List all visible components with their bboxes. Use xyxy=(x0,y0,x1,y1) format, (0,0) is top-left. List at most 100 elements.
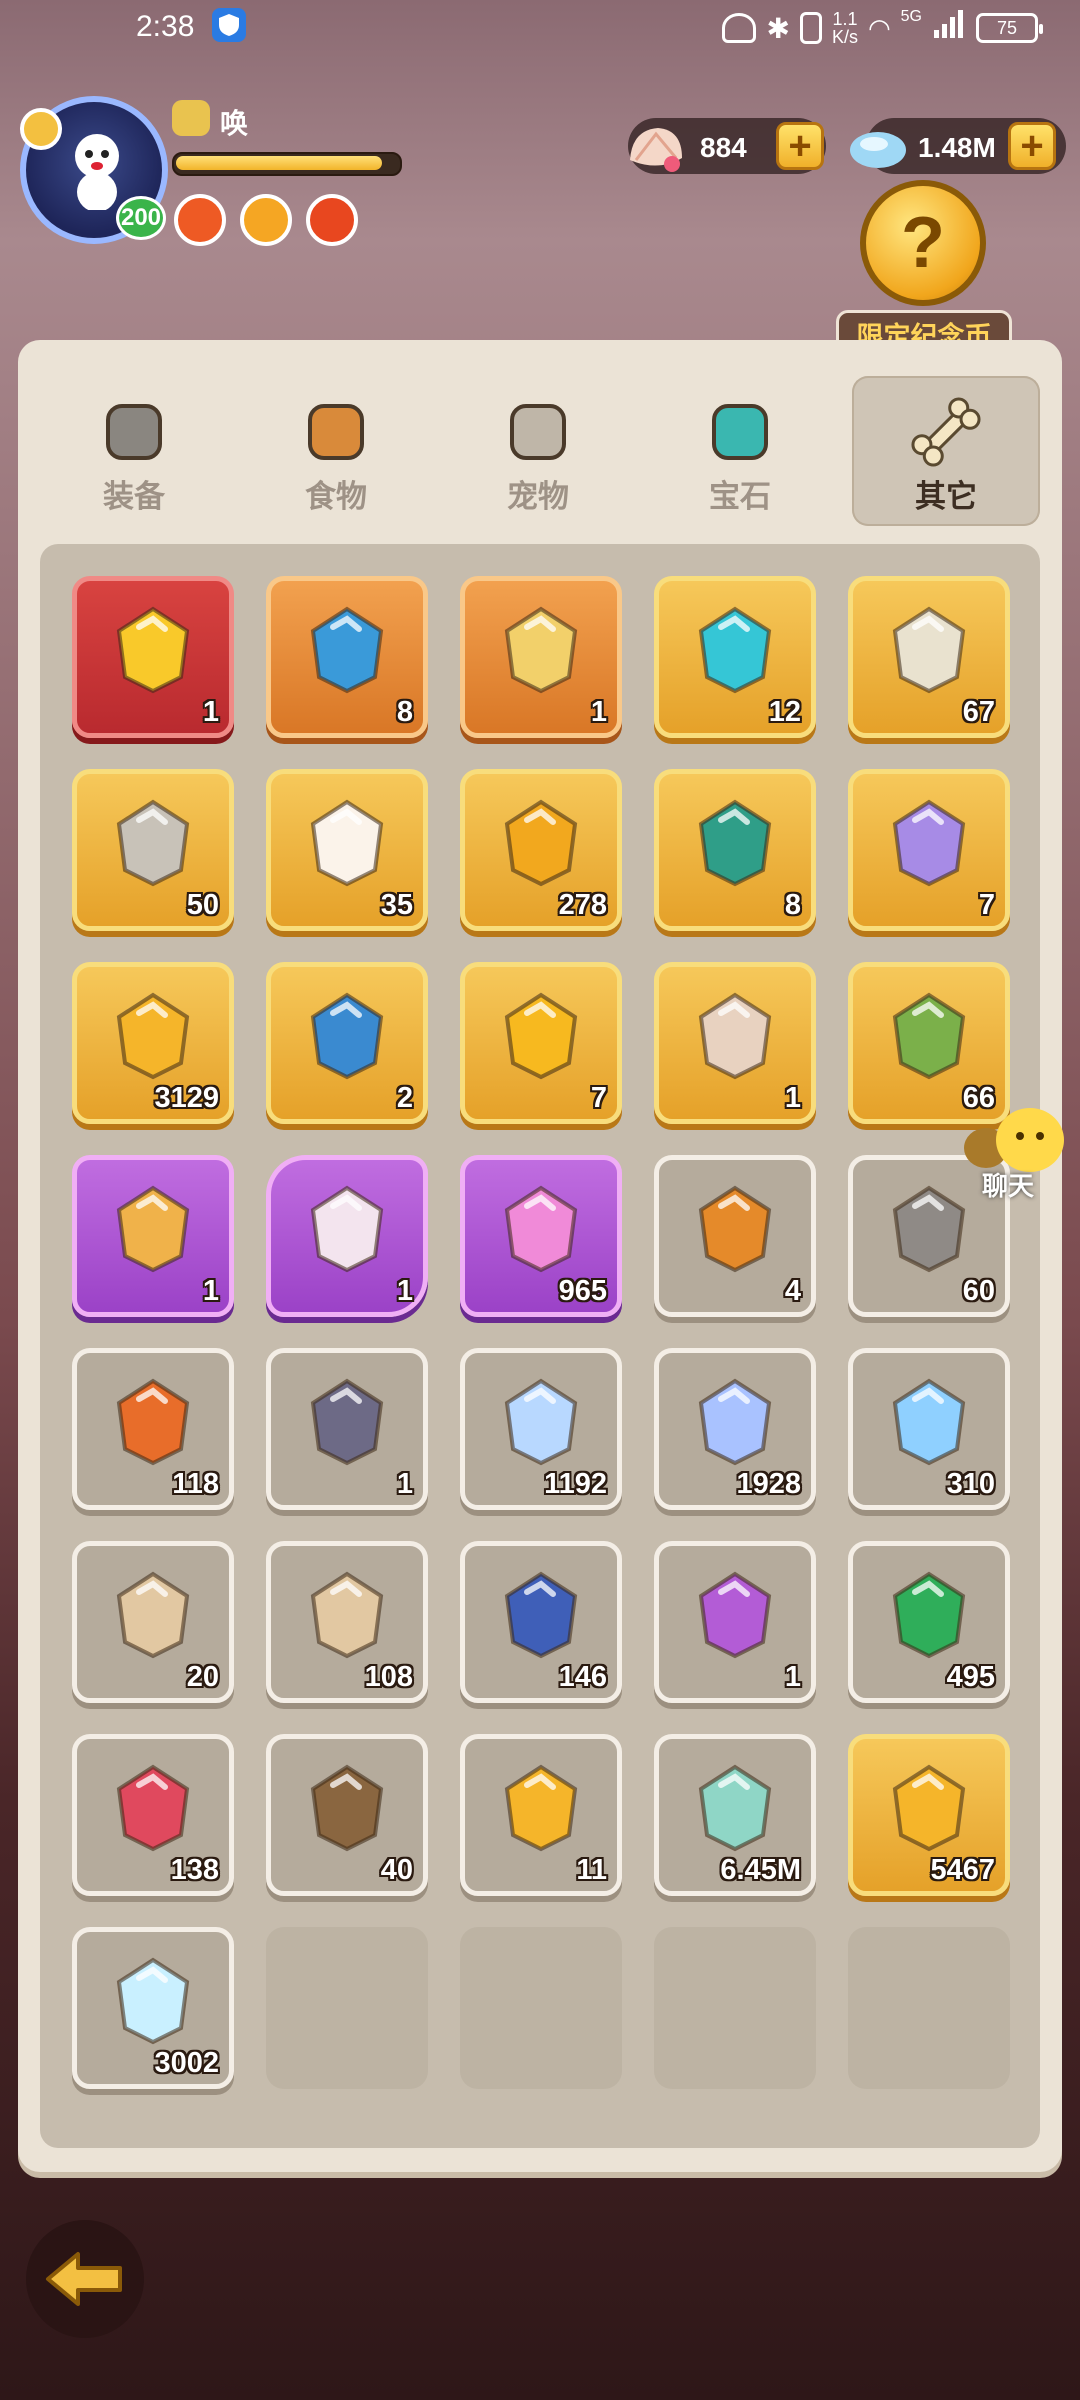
inventory-item[interactable]: 118 xyxy=(72,1348,234,1510)
bluetooth-icon: ✱ xyxy=(766,12,790,44)
battery-level: 75 xyxy=(996,17,1018,38)
inventory-item[interactable]: 8 xyxy=(654,769,816,931)
item-count: 67 xyxy=(962,696,995,728)
inventory-item[interactable]: 11 xyxy=(460,1734,622,1896)
crystal-amount: 1.48M xyxy=(918,132,996,163)
blue-rune-stone-icon xyxy=(493,1566,589,1662)
shell-coin-icon xyxy=(493,1759,589,1855)
treasure-chest-icon xyxy=(299,1373,395,1469)
blue-pouch-gem-icon xyxy=(299,987,395,1083)
inventory-item[interactable]: 1 xyxy=(266,1155,428,1317)
inventory-item[interactable]: 108 xyxy=(266,1541,428,1703)
add-crystal-button[interactable]: + xyxy=(1008,122,1056,170)
tab-label: 其它 xyxy=(915,479,977,514)
inventory-item[interactable]: 146 xyxy=(460,1541,622,1703)
inventory-item[interactable]: 50 xyxy=(72,769,234,931)
burger-icon xyxy=(687,1180,783,1276)
red-ticket-icon xyxy=(105,1759,201,1855)
inventory-item[interactable]: 2 xyxy=(266,962,428,1124)
empty-slot xyxy=(848,1927,1010,2089)
item-count: 108 xyxy=(364,1661,413,1693)
item-grid: 1 8 1 12 67 50 35 278 8 7 3129 2 7 1 66 1 1 965 4 60 118 1 119… xyxy=(40,544,1040,2148)
inventory-item[interactable]: 1192 xyxy=(460,1348,622,1510)
item-count: 1 xyxy=(202,1275,219,1307)
net-speed-value: 1.1 xyxy=(832,9,858,29)
add-shell-button[interactable]: + xyxy=(776,122,824,170)
character-card-icon xyxy=(105,1180,201,1276)
inventory-item[interactable]: 6.45M xyxy=(654,1734,816,1896)
green-ticket-icon xyxy=(881,1566,977,1662)
tab-label: 食物 xyxy=(305,479,367,514)
inventory-item[interactable]: 3002 xyxy=(72,1927,234,2089)
inventory-item[interactable]: 12 xyxy=(654,576,816,738)
net-speed-unit: K/s xyxy=(831,27,858,47)
inventory-item[interactable]: 1 xyxy=(72,1155,234,1317)
inventory-item[interactable]: 5467 xyxy=(848,1734,1010,1896)
buff-shield-icon[interactable] xyxy=(306,194,358,246)
tab-2[interactable]: 宠物 xyxy=(444,376,632,526)
inventory-item[interactable]: 7 xyxy=(848,769,1010,931)
tab-label: 宠物 xyxy=(507,479,569,514)
inventory-item[interactable]: 7 xyxy=(460,962,622,1124)
inventory-item[interactable]: 3129 xyxy=(72,962,234,1124)
inventory-item[interactable]: 310 xyxy=(848,1348,1010,1510)
limited-coin-icon[interactable]: ? xyxy=(860,180,986,306)
item-count: 965 xyxy=(558,1275,607,1307)
buff-rune-icon[interactable] xyxy=(240,194,292,246)
pickaxe-icon xyxy=(105,794,201,890)
purple-pouch-bunny-icon xyxy=(881,794,977,890)
inventory-item[interactable]: 965 xyxy=(460,1155,622,1317)
tab-label: 装备 xyxy=(103,479,165,514)
inventory-item[interactable]: 1 xyxy=(654,1541,816,1703)
inventory-item[interactable]: 40 xyxy=(266,1734,428,1896)
inventory-item[interactable]: 1 xyxy=(72,576,234,738)
hamster-crystal-icon xyxy=(493,601,589,697)
tab-3[interactable]: 宝石 xyxy=(646,376,834,526)
inventory-item[interactable]: 4 xyxy=(654,1155,816,1317)
item-count: 1192 xyxy=(544,1468,607,1500)
item-count: 138 xyxy=(170,1854,219,1886)
food-bowl-icon xyxy=(296,392,376,472)
inventory-item[interactable]: 8 xyxy=(266,576,428,738)
player-level: 200 xyxy=(116,196,166,240)
tab-0[interactable]: 装备 xyxy=(40,376,228,526)
crystal-icon xyxy=(850,132,906,168)
item-count: 3002 xyxy=(154,2047,219,2079)
inventory-item[interactable]: 1 xyxy=(460,576,622,738)
back-button[interactable] xyxy=(26,2220,144,2338)
inventory-item[interactable]: 278 xyxy=(460,769,622,931)
food-platter-icon xyxy=(105,1373,201,1469)
item-count: 20 xyxy=(186,1661,219,1693)
inventory-item[interactable]: 67 xyxy=(848,576,1010,738)
player-name: 唤 xyxy=(220,108,249,139)
rank-icon xyxy=(172,100,210,136)
brown-play-ticket-icon xyxy=(299,1759,395,1855)
moon-crystal-icon xyxy=(493,1373,589,1469)
item-count: 40 xyxy=(380,1854,413,1886)
network-type: 5G xyxy=(900,8,922,25)
inventory-item[interactable]: 1 xyxy=(654,962,816,1124)
chat-label[interactable]: 聊天 xyxy=(982,1166,1034,1203)
inventory-item[interactable]: 1928 xyxy=(654,1348,816,1510)
blue-pouch-cookie-icon xyxy=(299,601,395,697)
item-count: 146 xyxy=(558,1661,607,1693)
purple-dino-ticket-icon xyxy=(687,1566,783,1662)
buff-sun-icon[interactable] xyxy=(174,194,226,246)
inventory-item[interactable]: 1 xyxy=(266,1348,428,1510)
old-man-portrait-icon xyxy=(299,1180,395,1276)
item-count: 6.45M xyxy=(720,1854,801,1886)
golden-egg-icon xyxy=(493,987,589,1083)
xp-fill xyxy=(176,156,383,170)
inventory-item[interactable]: 138 xyxy=(72,1734,234,1896)
item-count: 3129 xyxy=(154,1082,219,1114)
inventory-item[interactable]: 35 xyxy=(266,769,428,931)
item-count: 1 xyxy=(396,1468,413,1500)
inventory-item[interactable]: 495 xyxy=(848,1541,1010,1703)
teal-stone-icon xyxy=(687,601,783,697)
cake-coin-icon xyxy=(493,794,589,890)
tab-4[interactable]: 其它 xyxy=(852,376,1040,526)
inventory-item[interactable]: 20 xyxy=(72,1541,234,1703)
pet-fossil-icon xyxy=(498,392,578,472)
rainbow-shard-icon xyxy=(881,1373,977,1469)
tab-1[interactable]: 食物 xyxy=(242,376,430,526)
